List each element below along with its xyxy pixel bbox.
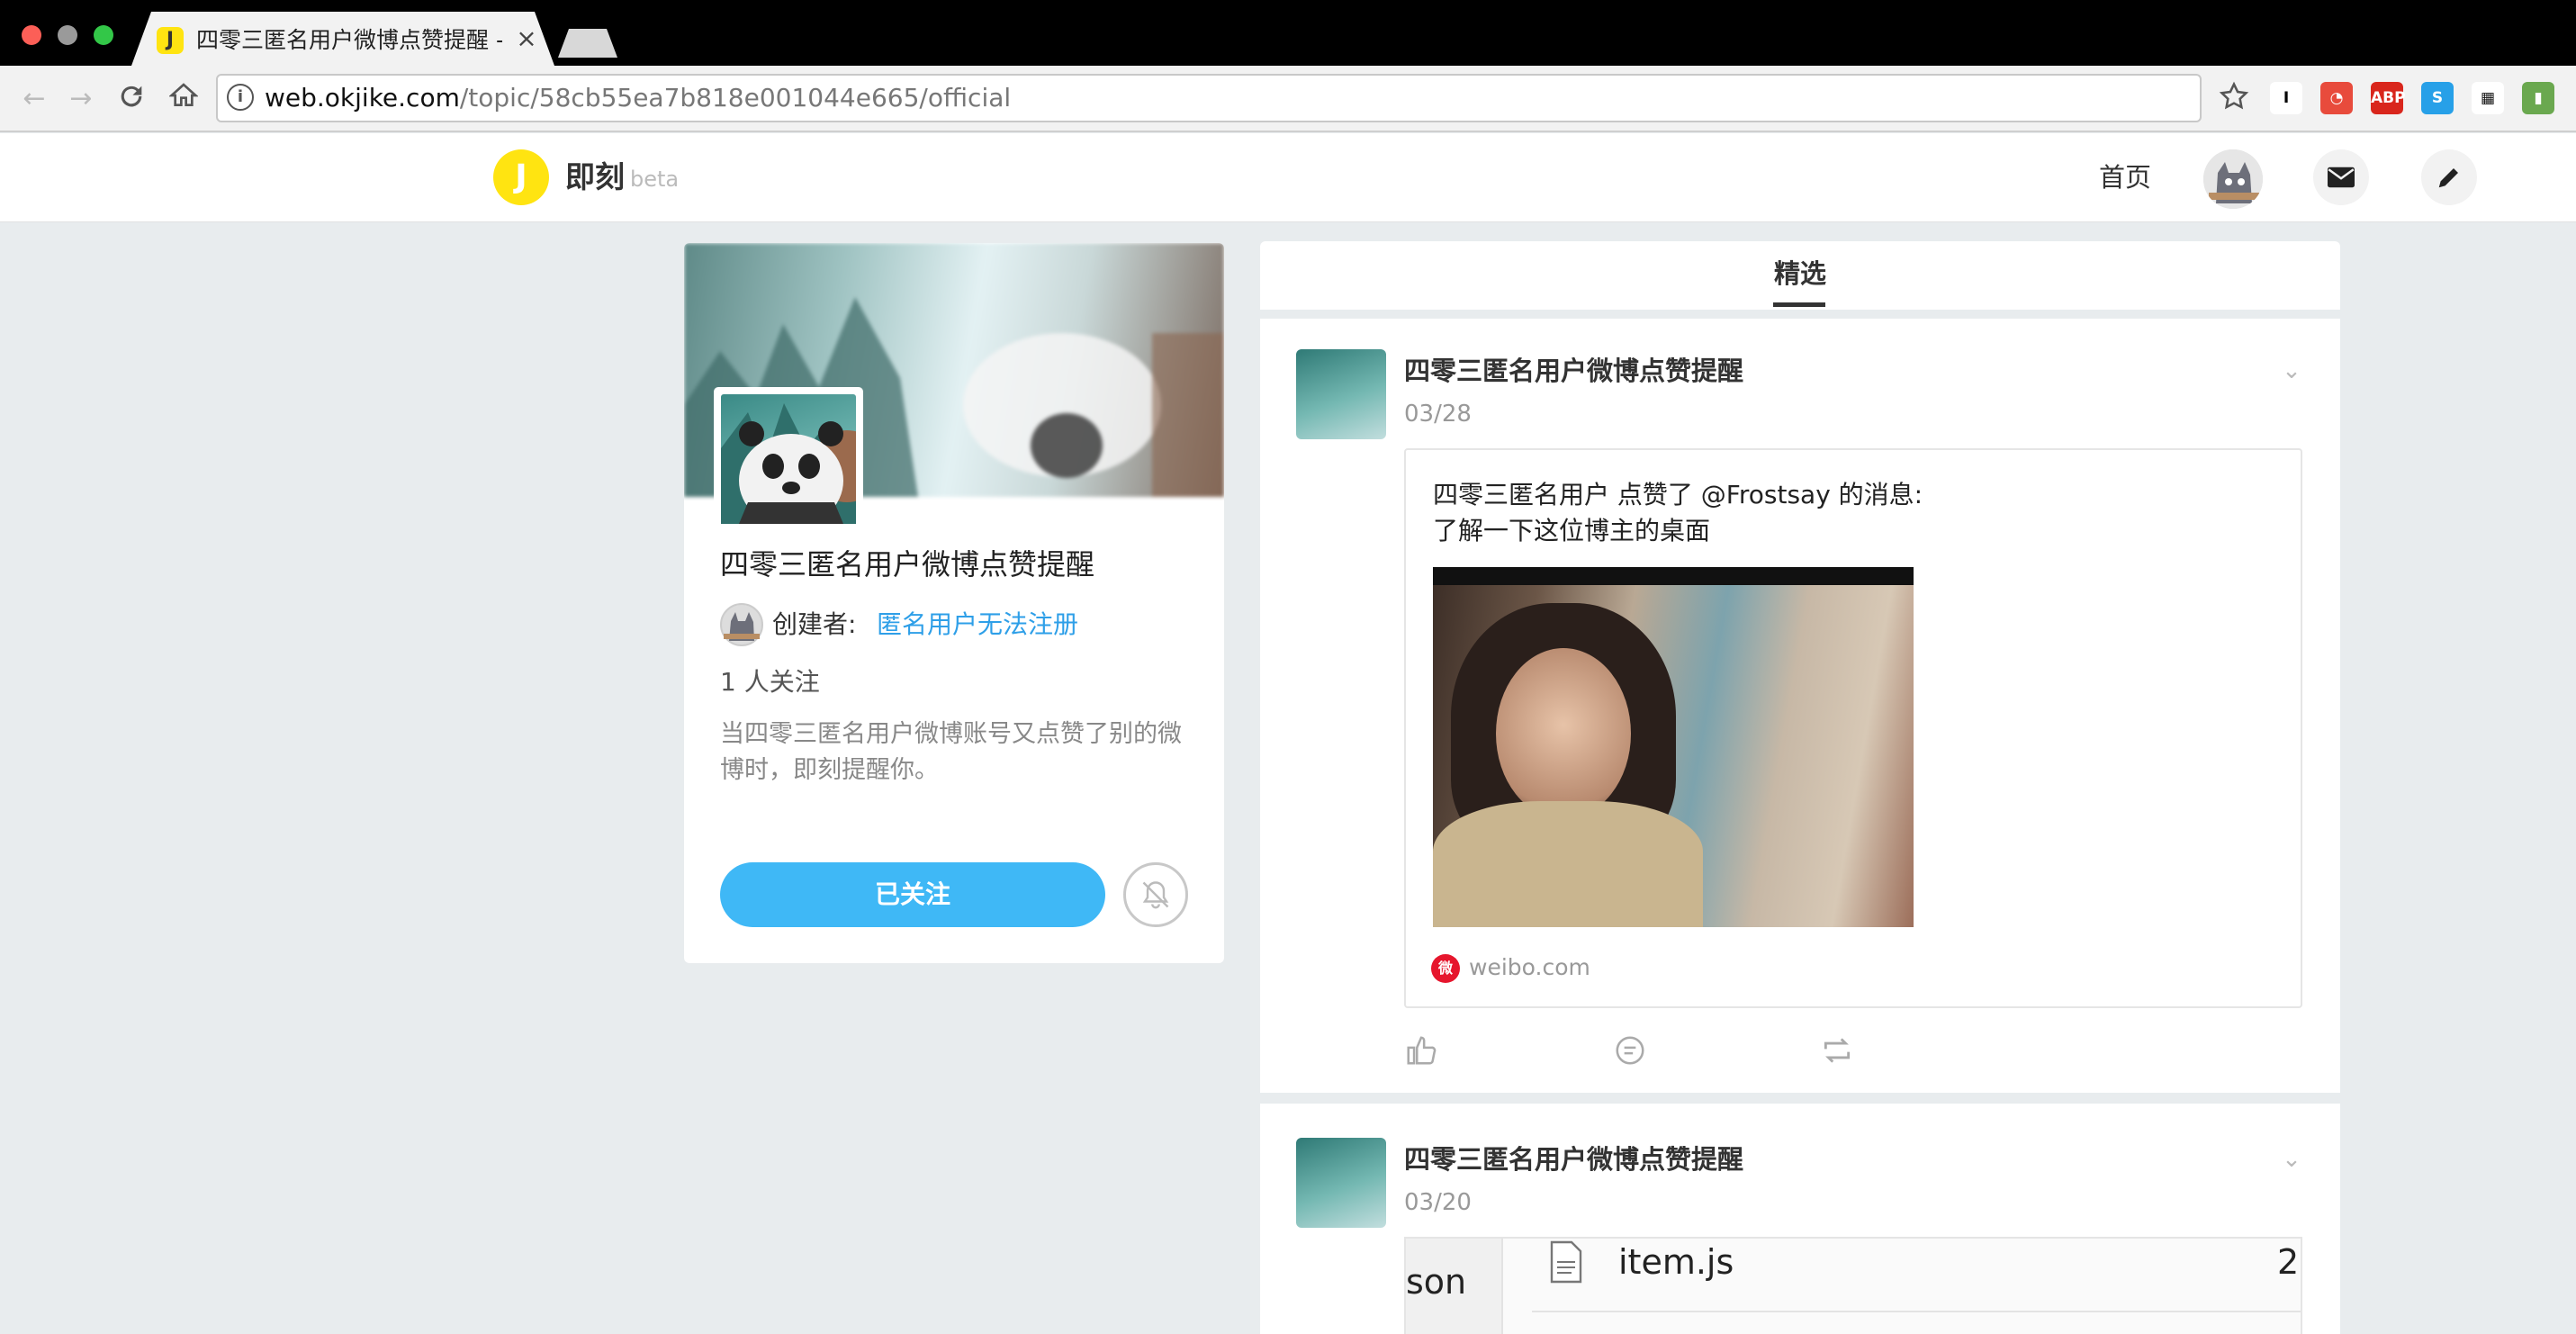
topic-card [684, 243, 1224, 963]
creator-link[interactable]: 匿名用户无法注册 [877, 605, 1078, 644]
like-button[interactable] [1401, 1030, 1442, 1071]
ext-qr-icon[interactable]: ▦ [2472, 82, 2504, 114]
preview-number: 2 [2277, 1242, 2300, 1282]
followed-button[interactable]: 已关注 [720, 862, 1105, 927]
preview-text: son [1406, 1262, 1467, 1302]
url-text[interactable]: web.okjike.com/topic/58cb55ea7b818e00104… [265, 77, 1975, 119]
post-date: 03/28 [1404, 401, 1472, 428]
weibo-icon: 微 [1431, 954, 1460, 983]
repost-icon [1824, 1038, 1851, 1063]
window-zoom-button[interactable] [94, 25, 113, 45]
ext-s-icon[interactable]: S [2421, 82, 2454, 114]
source-domain[interactable]: weibo.com [1469, 949, 1590, 987]
tab-featured[interactable]: 精选 [1764, 254, 1836, 293]
ext-screenshot-icon[interactable]: ◔ [2320, 82, 2353, 114]
post-avatar[interactable] [1296, 349, 1386, 439]
post-image[interactable]: son item.js 2 [1404, 1237, 2302, 1334]
chevron-down-icon[interactable]: ⌄ [2274, 1141, 2310, 1177]
mail-icon [2328, 167, 2355, 188]
preview-filename: item.js [1618, 1242, 1734, 1282]
info-icon[interactable]: i [227, 84, 254, 111]
site-header [0, 133, 2576, 222]
tab-title: 四零三匿名用户微博点赞提醒 - [196, 27, 502, 53]
topic-avatar [714, 387, 883, 531]
tab-favicon-icon: J [157, 27, 184, 54]
brand-name[interactable]: 即刻 [565, 157, 625, 198]
reload-icon[interactable] [113, 81, 149, 117]
tab-underline [1773, 302, 1825, 307]
topic-title: 四零三匿名用户微博点赞提醒 [720, 547, 1095, 581]
window-minimize-button[interactable] [58, 25, 77, 45]
file-icon [1550, 1240, 1582, 1284]
home-icon[interactable] [166, 81, 202, 117]
post-image[interactable] [1433, 567, 1914, 927]
thumbs-up-icon [1407, 1036, 1437, 1065]
creator-avatar[interactable] [720, 603, 763, 646]
nav-home-link[interactable]: 首页 [2094, 157, 2157, 198]
notification-toggle-button[interactable] [1123, 862, 1188, 927]
bell-off-icon [1142, 881, 1169, 909]
tab-close-icon[interactable]: × [513, 23, 540, 54]
follower-count: 1 人关注 [720, 667, 820, 697]
quote-text-line: 了解一下这位博主的桌面 [1433, 516, 1711, 545]
back-icon[interactable]: ← [16, 81, 52, 117]
comment-icon [1616, 1036, 1644, 1065]
star-icon[interactable] [2216, 81, 2252, 117]
pencil-icon [2438, 168, 2458, 188]
user-avatar[interactable] [2203, 149, 2263, 209]
topic-description: 当四零三匿名用户微博账号又点赞了别的微博时，即刻提醒你。 [720, 720, 1182, 784]
forward-icon[interactable]: → [63, 81, 99, 117]
window-close-button[interactable] [22, 25, 41, 45]
chevron-down-icon[interactable]: ⌄ [2274, 353, 2310, 389]
comment-button[interactable] [1609, 1030, 1651, 1071]
jike-logo-icon[interactable]: J [493, 149, 549, 205]
ext-bookmark-icon[interactable]: ▮ [2522, 82, 2554, 114]
repost-button[interactable] [1816, 1030, 1858, 1071]
compose-button[interactable] [2421, 149, 2477, 205]
ext-ime-icon[interactable]: I [2270, 82, 2302, 114]
post-avatar[interactable] [1296, 1138, 1386, 1228]
messages-button[interactable] [2313, 149, 2369, 205]
ext-adblock-icon[interactable]: ABP [2371, 82, 2406, 114]
beta-badge: beta [630, 167, 680, 192]
creator-label: 创建者: [772, 609, 857, 639]
post-title[interactable]: 四零三匿名用户微博点赞提醒 [1404, 351, 1743, 391]
post-title[interactable]: 四零三匿名用户微博点赞提醒 [1404, 1140, 1743, 1179]
quote-text-line: 四零三匿名用户 点赞了 @Frostsay 的消息: [1433, 480, 1923, 509]
post-date: 03/20 [1404, 1189, 1472, 1216]
